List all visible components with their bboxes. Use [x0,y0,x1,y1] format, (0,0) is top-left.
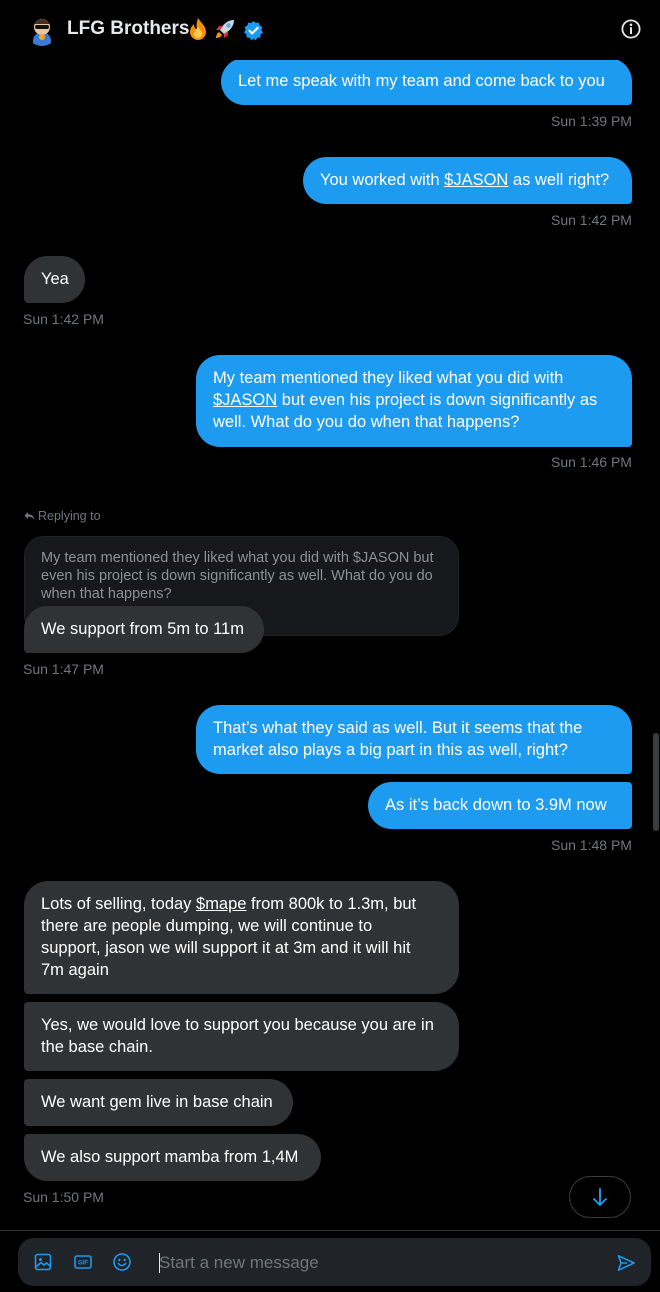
message-text: as well right? [508,171,610,189]
message-text-line: market also plays a big part in this as … [213,741,568,759]
message-timestamp: Sun 1:42 PM [23,311,104,327]
message-timestamp: Sun 1:42 PM [551,212,632,228]
info-icon[interactable] [620,18,642,40]
scroll-to-bottom-button[interactable] [569,1176,631,1218]
message-text-line: That’s what they said as well. But it se… [213,719,583,737]
cashtag-link[interactable]: $mape [196,895,246,913]
message-text: You worked with [320,171,445,189]
message-text: from 800k to 1.3m, but [246,895,417,913]
scrollbar-thumb[interactable] [653,733,659,831]
message-text-line: support, jason we will support it at 3m … [41,939,411,957]
message-bubble-received[interactable]: Yea [24,256,85,303]
quoted-text-line: My team mentioned they liked what you di… [41,550,434,566]
reply-arrow-icon [24,512,35,520]
message-text-line: Yes, we would love to support you becaus… [41,1016,434,1034]
verified-badge-icon [243,20,264,41]
message-text: We support from 5m to 11m [41,620,244,638]
emoji-icon[interactable] [112,1252,132,1272]
conversation-title[interactable]: LFG Brothers [67,18,189,40]
message-input[interactable] [159,1252,599,1274]
dm-conversation: LFG Brothers Let me speak with my team a… [0,0,660,1292]
gif-icon[interactable]: GIF [73,1252,93,1272]
message-timestamp: Sun 1:47 PM [23,661,104,677]
message-timestamp: Sun 1:39 PM [551,113,632,129]
conversation-header: LFG Brothers [0,0,660,60]
message-bubble-sent[interactable]: As it’s back down to 3.9M now [368,782,632,829]
message-text: but even his project is down significant… [277,391,598,409]
fire-icon [187,17,209,41]
message-text-line: My team mentioned they liked what you di… [213,369,564,387]
message-text-line: the base chain. [41,1038,153,1056]
text-caret [159,1253,160,1273]
arrow-down-icon [593,1188,607,1206]
message-text-line: well. What do you do when that happens? [213,413,520,431]
cashtag-link[interactable]: $JASON [213,391,277,409]
rocket-icon [213,17,235,41]
message-bubble-received[interactable]: We also support mamba from 1,4M [24,1134,321,1181]
message-text: As it’s back down to 3.9M now [385,796,607,814]
send-icon[interactable] [616,1253,636,1273]
cashtag-link[interactable]: $JASON [444,171,508,189]
message-bubble-received[interactable]: We want gem live in base chain [24,1079,293,1126]
replying-to-text: Replying to [38,509,101,523]
avatar[interactable] [26,14,58,46]
message-timestamp: Sun 1:46 PM [551,454,632,470]
message-bubble-received[interactable]: We support from 5m to 11m [24,606,264,653]
scrollbar-track[interactable] [654,60,660,1230]
message-bubble-sent[interactable]: My team mentioned they liked what you di… [196,355,632,447]
message-bubble-sent[interactable]: You worked with $JASON as well right? [303,157,632,204]
quoted-text-line: when that happens? [41,586,172,602]
message-bubble-received[interactable]: Yes, we would love to support you becaus… [24,1002,459,1071]
image-icon[interactable] [33,1252,53,1272]
message-text-line: there are people dumping, we will contin… [41,917,373,935]
message-text: Lots of selling, today [41,895,197,913]
quoted-text-line: even his project is down significantly a… [41,568,433,584]
message-text: Let me speak with my team and come back … [238,72,605,90]
message-bubble-sent[interactable]: Let me speak with my team and come back … [221,58,632,105]
message-text-line: 7m again [41,961,109,979]
message-text: Yea [41,270,69,288]
message-bubble-received[interactable]: Lots of selling, today $mape from 800k t… [24,881,459,994]
message-timestamp: Sun 1:48 PM [551,837,632,853]
gif-label: GIF [78,1261,88,1267]
replying-to-label: Replying to [24,509,101,523]
message-text: We also support mamba from 1,4M [41,1148,299,1166]
message-timestamp: Sun 1:50 PM [23,1189,104,1205]
message-bubble-sent[interactable]: That’s what they said as well. But it se… [196,705,632,774]
message-text: We want gem live in base chain [41,1093,273,1111]
